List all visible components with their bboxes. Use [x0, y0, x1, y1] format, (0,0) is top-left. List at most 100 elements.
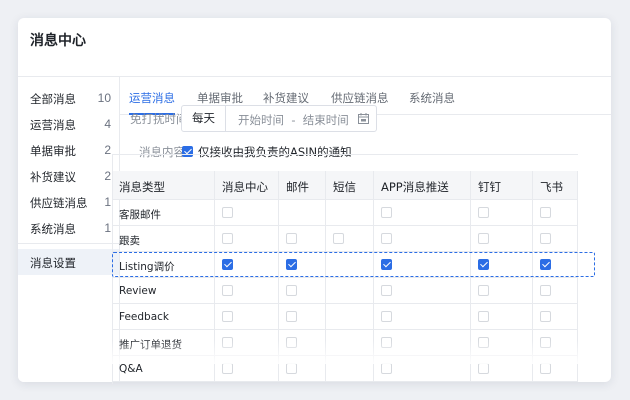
channel-checkbox[interactable] [478, 337, 489, 348]
channel-checkbox[interactable] [540, 207, 551, 218]
channel-checkbox[interactable] [222, 363, 233, 374]
calendar-icon[interactable] [358, 113, 369, 124]
table-cell [215, 330, 279, 356]
dnd-daily-select[interactable]: 每天 [182, 106, 226, 131]
tab-system[interactable]: 系统消息 [409, 90, 455, 106]
channel-checkbox[interactable] [286, 285, 297, 296]
channel-checkbox[interactable] [478, 285, 489, 296]
table-header-col-type: 消息类型 [112, 171, 215, 200]
table-row-type-cell: 客服邮件 [112, 200, 215, 226]
channel-checkbox[interactable] [381, 233, 392, 244]
channel-checkbox[interactable] [286, 259, 297, 270]
table-header-label: APP消息推送 [381, 180, 449, 194]
channel-checkbox[interactable] [286, 233, 297, 244]
sidebar-item-count: 2 [104, 169, 111, 183]
table-cell [279, 252, 326, 278]
channel-checkbox[interactable] [222, 207, 233, 218]
sidebar-item-approval[interactable]: 单据审批 2 [18, 137, 119, 163]
sidebar: 全部消息 10 运营消息 4 单据审批 2 补货建议 2 供应链消息 1 系统消… [18, 77, 119, 382]
channel-checkbox[interactable] [540, 259, 551, 270]
channel-checkbox[interactable] [478, 207, 489, 218]
sidebar-item-system[interactable]: 系统消息 1 [18, 215, 119, 241]
message-type-label: Q&A [119, 363, 143, 375]
channel-checkbox[interactable] [333, 233, 344, 244]
table-header-col-feishu: 飞书 [533, 171, 578, 200]
dnd-time-picker[interactable]: 每天 开始时间 - 结束时间 [181, 105, 377, 132]
asin-only-checkbox[interactable] [182, 146, 193, 157]
channel-checkbox[interactable] [381, 337, 392, 348]
table-cell [374, 356, 471, 382]
sidebar-item-operations[interactable]: 运营消息 4 [18, 111, 119, 137]
channel-checkbox[interactable] [222, 285, 233, 296]
table-cell [279, 356, 326, 382]
sidebar-item-label: 补货建议 [30, 170, 76, 184]
sidebar-item-restock[interactable]: 补货建议 2 [18, 163, 119, 189]
table-cell [215, 304, 279, 330]
sidebar-item-supply-chain[interactable]: 供应链消息 1 [18, 189, 119, 215]
message-type-label: Feedback [119, 311, 170, 323]
channel-checkbox[interactable] [381, 311, 392, 322]
table-cell [471, 252, 533, 278]
table-cell [279, 330, 326, 356]
channel-checkbox[interactable] [286, 311, 297, 322]
sidebar-item-label: 运营消息 [30, 118, 76, 132]
channel-checkbox[interactable] [222, 337, 233, 348]
channel-checkbox[interactable] [478, 311, 489, 322]
channel-checkbox[interactable] [540, 285, 551, 296]
message-type-label: 跟卖 [119, 235, 140, 247]
table-cell [326, 200, 374, 226]
table-cell [533, 226, 578, 252]
channel-checkbox[interactable] [381, 285, 392, 296]
tab-supply-chain[interactable]: 供应链消息 [331, 90, 389, 106]
table-row-type-cell: Listing调价 [112, 252, 215, 278]
channel-checkbox[interactable] [540, 311, 551, 322]
table-cell [533, 356, 578, 382]
message-type-label: Listing调价 [119, 261, 175, 273]
sidebar-item-settings[interactable]: 消息设置 [18, 249, 119, 275]
tab-operations[interactable]: 运营消息 [129, 90, 175, 106]
table-cell [215, 278, 279, 304]
tab-approval[interactable]: 单据审批 [197, 90, 243, 106]
channel-checkbox[interactable] [540, 233, 551, 244]
table-cell [471, 356, 533, 382]
table-cell [471, 226, 533, 252]
table-header-label: 邮件 [286, 180, 309, 194]
channel-checkbox[interactable] [286, 337, 297, 348]
asin-only-label: 仅接收由我负责的ASIN的通知 [198, 145, 352, 159]
channel-checkbox[interactable] [478, 233, 489, 244]
channel-checkbox[interactable] [222, 233, 233, 244]
table-cell [279, 226, 326, 252]
channel-checkbox[interactable] [540, 363, 551, 374]
table-cell [374, 304, 471, 330]
dnd-range[interactable]: 开始时间 - 结束时间 [238, 112, 349, 128]
channel-checkbox[interactable] [540, 337, 551, 348]
channel-checkbox[interactable] [478, 363, 489, 374]
table-header-label: 飞书 [540, 180, 563, 194]
channel-checkbox[interactable] [222, 259, 233, 270]
table-header-col-app: APP消息推送 [374, 171, 471, 200]
table-row-type-cell: Feedback [112, 304, 215, 330]
channel-checkbox[interactable] [286, 363, 297, 374]
table-header-col-sms: 短信 [326, 171, 374, 200]
table-cell [215, 356, 279, 382]
table-header-label: 钉钉 [478, 180, 501, 194]
channel-checkbox[interactable] [478, 259, 489, 270]
sidebar-item-count: 4 [104, 117, 111, 131]
table-cell [471, 330, 533, 356]
table-cell [374, 278, 471, 304]
table-cell [215, 200, 279, 226]
table-cell [533, 278, 578, 304]
table-header-col-center: 消息中心 [215, 171, 279, 200]
table-cell [215, 252, 279, 278]
sidebar-item-all[interactable]: 全部消息 10 [18, 85, 119, 111]
channel-checkbox[interactable] [381, 363, 392, 374]
tab-restock[interactable]: 补货建议 [263, 90, 309, 106]
table-cell [374, 226, 471, 252]
channel-checkbox[interactable] [222, 311, 233, 322]
channel-checkbox[interactable] [381, 259, 392, 270]
table-header-col-email: 邮件 [279, 171, 326, 200]
dnd-start: 开始时间 [238, 113, 284, 127]
table-cell [471, 278, 533, 304]
channel-checkbox[interactable] [381, 207, 392, 218]
message-type-label: 推广订单退货 [119, 339, 182, 351]
